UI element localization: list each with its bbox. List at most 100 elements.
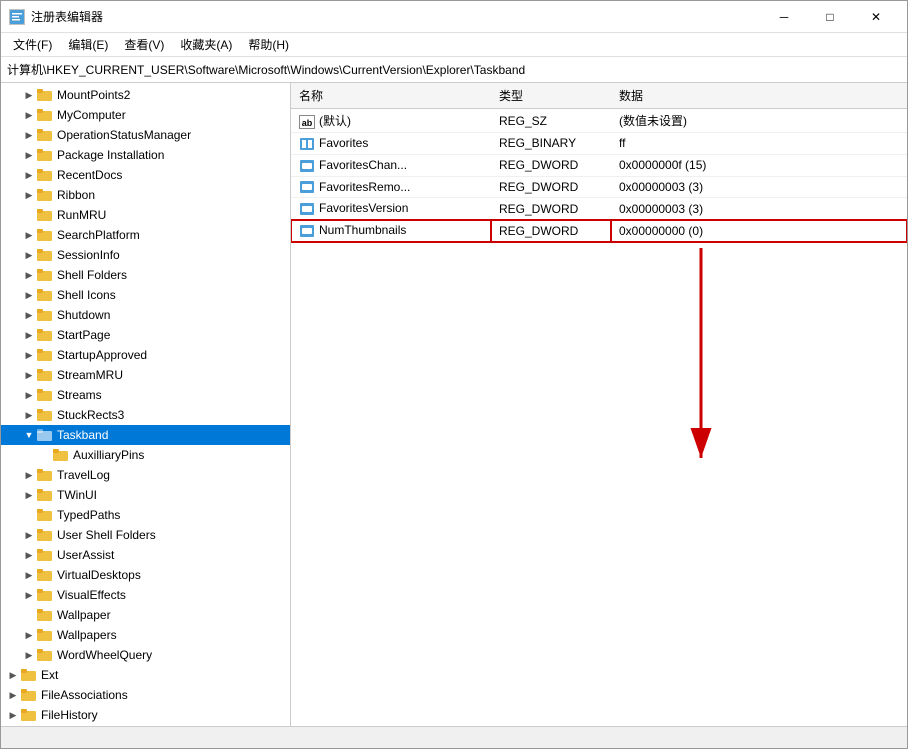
row-name-cell: FavoritesRemo... <box>291 176 491 198</box>
tree-item[interactable]: ▶ StuckRects3 <box>1 405 290 425</box>
tree-toggle-icon[interactable]: ▶ <box>21 127 37 143</box>
tree-toggle-icon[interactable]: ▶ <box>21 247 37 263</box>
menu-file[interactable]: 文件(F) <box>5 34 60 55</box>
tree-toggle-icon[interactable]: ▶ <box>21 167 37 183</box>
tree-item[interactable]: ▶ RecentDocs <box>1 165 290 185</box>
tree-toggle-icon[interactable]: ▶ <box>21 647 37 663</box>
folder-icon <box>37 287 53 304</box>
row-data-cell: 0x0000000f (15) <box>611 154 907 176</box>
tree-item[interactable]: ▶ UserAssist <box>1 545 290 565</box>
folder-icon <box>37 147 53 164</box>
tree-toggle-icon[interactable]: ▼ <box>21 427 37 443</box>
tree-toggle-icon[interactable]: ▶ <box>21 307 37 323</box>
tree-item-label: AuxilliaryPins <box>73 448 144 462</box>
tree-item[interactable]: ▶ Shell Icons <box>1 285 290 305</box>
tree-toggle-icon[interactable]: ▶ <box>21 227 37 243</box>
col-name: 名称 <box>291 83 491 109</box>
tree-toggle-icon[interactable]: ▶ <box>5 707 21 723</box>
tree-toggle-icon[interactable] <box>21 207 37 223</box>
menu-help[interactable]: 帮助(H) <box>240 34 297 55</box>
tree-item[interactable]: ▶ VirtualDesktops <box>1 565 290 585</box>
tree-toggle-icon[interactable]: ▶ <box>21 407 37 423</box>
folder-icon <box>37 627 53 644</box>
tree-toggle-icon[interactable]: ▶ <box>21 327 37 343</box>
tree-item[interactable]: ▶ Ext <box>1 665 290 685</box>
tree-panel[interactable]: ▶ MountPoints2▶ MyComputer▶ OperationSta… <box>1 83 291 726</box>
tree-toggle-icon[interactable]: ▶ <box>21 627 37 643</box>
tree-item[interactable]: ▶ StartPage <box>1 325 290 345</box>
table-row[interactable]: NumThumbnailsREG_DWORD0x00000000 (0) <box>291 220 907 242</box>
row-name: NumThumbnails <box>319 223 406 237</box>
row-name-cell: FavoritesVersion <box>291 198 491 220</box>
tree-toggle-icon[interactable]: ▶ <box>21 527 37 543</box>
tree-item[interactable]: Wallpaper <box>1 605 290 625</box>
tree-toggle-icon[interactable]: ▶ <box>21 287 37 303</box>
tree-toggle-icon[interactable]: ▶ <box>21 547 37 563</box>
tree-item-label: OperationStatusManager <box>57 128 191 142</box>
tree-item[interactable]: ▶ Ribbon <box>1 185 290 205</box>
row-type-cell: REG_DWORD <box>491 176 611 198</box>
tree-item[interactable]: TypedPaths <box>1 505 290 525</box>
row-name-cell: ab(默认) <box>291 109 491 133</box>
tree-item[interactable]: ▶ OperationStatusManager <box>1 125 290 145</box>
tree-item[interactable]: ▶ WordWheelQuery <box>1 645 290 665</box>
tree-toggle-icon[interactable]: ▶ <box>21 387 37 403</box>
tree-toggle-icon[interactable]: ▶ <box>21 367 37 383</box>
tree-toggle-icon[interactable]: ▶ <box>21 467 37 483</box>
table-row[interactable]: FavoritesVersionREG_DWORD0x00000003 (3) <box>291 198 907 220</box>
table-row[interactable]: ab(默认)REG_SZ(数值未设置) <box>291 109 907 133</box>
close-button[interactable]: ✕ <box>853 1 899 33</box>
tree-item[interactable]: ▶ FileHistory <box>1 705 290 725</box>
tree-item[interactable]: ▼ Taskband <box>1 425 290 445</box>
tree-item[interactable]: ▶ Streams <box>1 385 290 405</box>
tree-item-label: MyComputer <box>57 108 126 122</box>
tree-toggle-icon[interactable]: ▶ <box>21 87 37 103</box>
tree-toggle-icon[interactable]: ▶ <box>21 267 37 283</box>
tree-item[interactable]: ▶ TravelLog <box>1 465 290 485</box>
tree-toggle-icon[interactable] <box>37 447 53 463</box>
tree-item[interactable]: RunMRU <box>1 205 290 225</box>
menu-edit[interactable]: 编辑(E) <box>60 34 116 55</box>
folder-icon <box>37 647 53 664</box>
tree-item[interactable]: ▶ SearchPlatform <box>1 225 290 245</box>
tree-item[interactable]: ▶ MountPoints2 <box>1 85 290 105</box>
tree-item[interactable]: ▶ User Shell Folders <box>1 525 290 545</box>
tree-toggle-icon[interactable]: ▶ <box>21 187 37 203</box>
menu-favorites[interactable]: 收藏夹(A) <box>172 34 240 55</box>
tree-toggle-icon[interactable]: ▶ <box>21 567 37 583</box>
tree-toggle-icon[interactable]: ▶ <box>21 487 37 503</box>
tree-item[interactable]: ▶ VisualEffects <box>1 585 290 605</box>
table-row[interactable]: FavoritesChan...REG_DWORD0x0000000f (15) <box>291 154 907 176</box>
tree-toggle-icon[interactable]: ▶ <box>21 347 37 363</box>
folder-icon <box>37 547 53 564</box>
tree-toggle-icon[interactable]: ▶ <box>5 667 21 683</box>
tree-item[interactable]: ▶ TWinUI <box>1 485 290 505</box>
tree-item[interactable]: ▶ MyComputer <box>1 105 290 125</box>
tree-item[interactable]: ▶ Wallpapers <box>1 625 290 645</box>
menu-view[interactable]: 查看(V) <box>116 34 172 55</box>
row-name-cell: NumThumbnails <box>291 220 491 242</box>
folder-icon <box>21 707 37 724</box>
tree-toggle-icon[interactable] <box>21 607 37 623</box>
tree-item[interactable]: ▶ Shutdown <box>1 305 290 325</box>
row-name-cell: FavoritesChan... <box>291 154 491 176</box>
minimize-button[interactable]: ─ <box>761 1 807 33</box>
tree-item[interactable]: ▶ StartupApproved <box>1 345 290 365</box>
tree-item[interactable]: ▶ SessionInfo <box>1 245 290 265</box>
folder-icon <box>37 527 53 544</box>
tree-toggle-icon[interactable]: ▶ <box>21 147 37 163</box>
tree-item[interactable]: ▶ StreamMRU <box>1 365 290 385</box>
table-row[interactable]: FavoritesREG_BINARYff <box>291 133 907 155</box>
folder-icon <box>37 167 53 184</box>
maximize-button[interactable]: □ <box>807 1 853 33</box>
tree-toggle-icon[interactable] <box>21 507 37 523</box>
tree-item-label: SessionInfo <box>57 248 120 262</box>
tree-toggle-icon[interactable]: ▶ <box>21 587 37 603</box>
tree-item[interactable]: ▶ Shell Folders <box>1 265 290 285</box>
tree-toggle-icon[interactable]: ▶ <box>21 107 37 123</box>
tree-item[interactable]: AuxilliaryPins <box>1 445 290 465</box>
tree-item[interactable]: ▶ FileAssociations <box>1 685 290 705</box>
tree-toggle-icon[interactable]: ▶ <box>5 687 21 703</box>
table-row[interactable]: FavoritesRemo...REG_DWORD0x00000003 (3) <box>291 176 907 198</box>
tree-item[interactable]: ▶ Package Installation <box>1 145 290 165</box>
